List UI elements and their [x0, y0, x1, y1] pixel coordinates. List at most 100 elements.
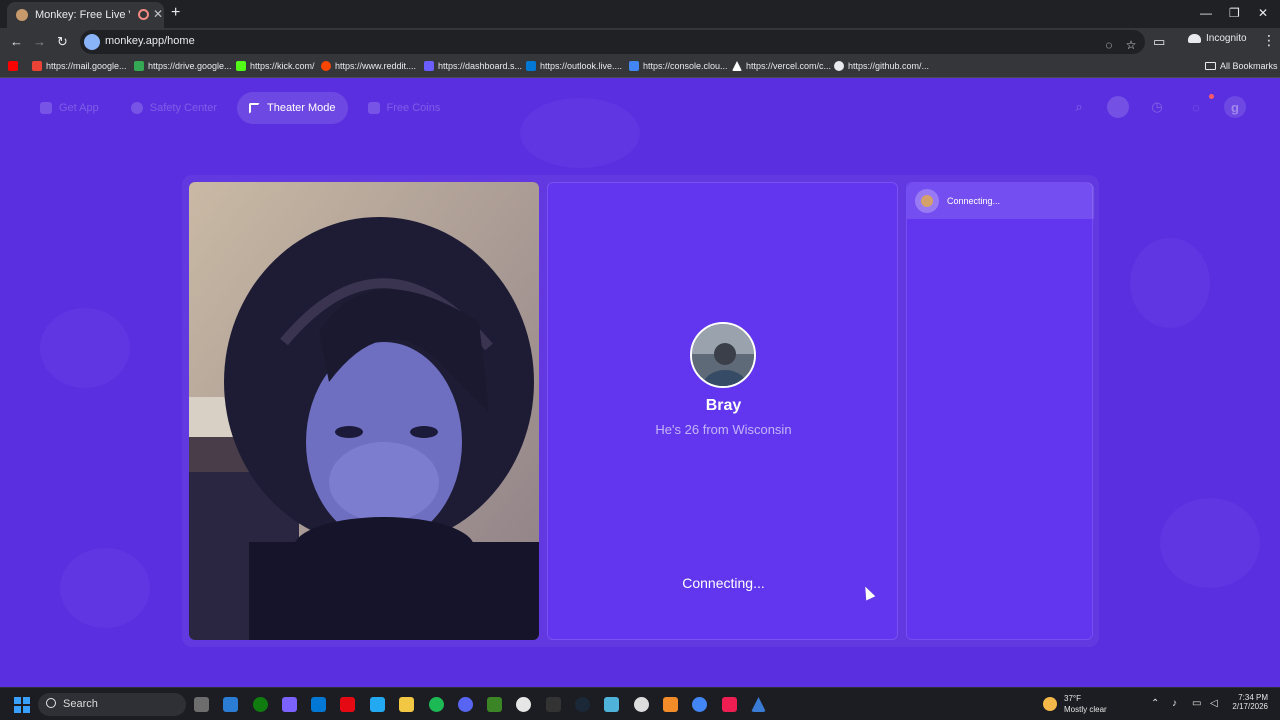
microphone-icon[interactable]: ♪ — [1172, 698, 1177, 709]
tiktok-icon[interactable] — [722, 697, 737, 712]
bookmark-youtube[interactable] — [8, 61, 18, 71]
tab-title: Monkey: Free Live Video Ch — [35, 9, 130, 21]
side-panel-icon[interactable]: ▭ — [1153, 34, 1165, 50]
github-icon — [834, 61, 844, 71]
bookmarks-bar: https://mail.google... https://drive.goo… — [0, 56, 1280, 78]
spotify-icon[interactable] — [429, 697, 444, 712]
incognito-label: Incognito — [1206, 33, 1247, 44]
monkey-page: Get App Safety Center Theater Mode Free … — [0, 78, 1280, 687]
chat-status-text: Connecting... — [947, 196, 1001, 206]
safety-center-button[interactable]: Safety Center — [119, 92, 229, 124]
bookmark-item[interactable]: https://dashboard.s... — [424, 61, 522, 71]
all-bookmarks-button[interactable]: All Bookmarks — [1205, 61, 1278, 71]
forward-icon[interactable]: → — [33, 34, 46, 49]
start-icon[interactable] — [14, 697, 30, 713]
menu-icon[interactable]: ⋮ — [1262, 32, 1276, 49]
netflix-icon[interactable] — [340, 697, 355, 712]
eye-off-icon[interactable]: ◌ — [1098, 34, 1120, 56]
copilot-icon[interactable] — [282, 697, 297, 712]
profile-initial-icon[interactable]: g — [1224, 96, 1246, 118]
clock[interactable]: 7:34 PM 2/17/2026 — [1228, 693, 1268, 711]
cloud-console-icon — [629, 61, 639, 71]
chat-panel: Connecting... — [906, 182, 1094, 640]
bookmark-item[interactable]: https://drive.google... — [134, 61, 232, 71]
back-icon[interactable]: ← — [10, 34, 23, 49]
steam-icon[interactable] — [575, 697, 590, 712]
address-bar[interactable]: monkey.app/home ◌ ☆ — [80, 30, 1145, 54]
volume-icon[interactable]: ◁ — [1210, 698, 1218, 709]
discord-icon[interactable] — [458, 697, 473, 712]
free-coins-button[interactable]: Free Coins — [356, 92, 453, 124]
self-video — [189, 182, 539, 640]
bookmark-item[interactable]: https://www.reddit.... — [321, 61, 416, 71]
reddit-icon — [321, 61, 331, 71]
connection-status: Connecting... — [682, 575, 765, 591]
reload-icon[interactable]: ↻ — [57, 34, 68, 50]
chat-status-row: Connecting... — [907, 183, 1094, 219]
folder-icon — [1205, 62, 1216, 70]
bookmark-item[interactable]: https://github.com/... — [834, 61, 929, 71]
background-blob — [1130, 238, 1210, 328]
chat-icon[interactable]: ◌ — [1185, 96, 1207, 118]
top-nav: Get App Safety Center Theater Mode Free … — [28, 92, 452, 124]
app-g-icon[interactable] — [516, 697, 531, 712]
taskbar-search[interactable]: Search — [38, 693, 186, 716]
site-info-icon[interactable] — [84, 34, 100, 50]
new-tab-icon[interactable]: + — [171, 5, 180, 21]
browser-tabstrip: Monkey: Free Live Video Ch ✕ + — ❐ ✕ — [0, 0, 1280, 28]
theater-mode-button[interactable]: Theater Mode — [237, 92, 348, 124]
obs-icon[interactable] — [634, 697, 649, 712]
monkey-avatar-icon — [915, 189, 939, 213]
close-window-icon[interactable]: ✕ — [1258, 6, 1268, 20]
webcam-feed — [189, 182, 539, 640]
history-icon[interactable]: ◷ — [1146, 96, 1168, 118]
bookmark-item[interactable]: https://mail.google... — [32, 61, 127, 71]
browser-tab[interactable]: Monkey: Free Live Video Ch ✕ — [7, 2, 164, 28]
match-panel: Bray He's 26 from Wisconsin Connecting..… — [547, 182, 898, 640]
bookmark-item[interactable]: https://kick.com/ — [236, 61, 315, 71]
bookmark-star-icon[interactable]: ☆ — [1120, 34, 1142, 56]
store-icon[interactable] — [223, 697, 238, 712]
top-right-icons: ⌕ ◷ ◌ g — [1068, 96, 1246, 118]
incognito-icon — [1188, 34, 1201, 43]
search-icon[interactable]: ⌕ — [1068, 96, 1090, 118]
restore-icon[interactable]: ❐ — [1229, 6, 1240, 20]
avatar-icon[interactable] — [1107, 96, 1129, 118]
network-icon[interactable]: ▭ — [1192, 698, 1201, 709]
vscode-icon[interactable] — [370, 697, 385, 712]
file-explorer-icon[interactable] — [399, 697, 414, 712]
incognito-indicator[interactable]: Incognito — [1188, 33, 1247, 44]
bookmark-item[interactable]: https://console.clou... — [629, 61, 728, 71]
vercel-icon — [732, 61, 742, 71]
monkey-favicon-icon — [16, 9, 28, 21]
bookmark-item[interactable]: https://vercel.com/c... — [732, 61, 831, 71]
search-icon — [46, 698, 56, 708]
youtube-icon — [8, 61, 18, 71]
minecraft-icon[interactable] — [487, 697, 502, 712]
coins-icon — [367, 102, 380, 114]
match-avatar — [690, 322, 756, 388]
background-blob — [60, 548, 150, 628]
background-blob — [40, 308, 130, 388]
app-star-icon[interactable] — [604, 697, 619, 712]
app-a-icon[interactable] — [751, 697, 766, 712]
get-app-button[interactable]: Get App — [28, 92, 111, 124]
close-tab-icon[interactable]: ✕ — [153, 7, 163, 21]
notification-dot — [1209, 94, 1214, 99]
windows-taskbar: Search 37°F Mostly clear ⌃ ♪ ▭ ◁ 7:34 PM… — [0, 687, 1280, 720]
drive-icon — [134, 61, 144, 71]
tray-overflow-icon[interactable]: ⌃ — [1151, 698, 1159, 709]
fl-studio-icon[interactable] — [663, 697, 678, 712]
chrome-icon[interactable] — [692, 697, 707, 712]
minimize-icon[interactable]: — — [1200, 6, 1212, 20]
browser-toolbar: ← → ↻ monkey.app/home ◌ ☆ ▭ Incognito ⋮ — [0, 28, 1280, 56]
task-view-icon[interactable] — [194, 697, 209, 712]
outlook-icon[interactable] — [311, 697, 326, 712]
phone-icon — [40, 102, 52, 114]
monkey-face-icon — [921, 195, 933, 207]
xbox-icon[interactable] — [253, 697, 268, 712]
dashboard-icon — [424, 61, 434, 71]
weather-icon — [1043, 697, 1057, 711]
bookmark-item[interactable]: https://outlook.live.... — [526, 61, 622, 71]
epic-games-icon[interactable] — [546, 697, 561, 712]
